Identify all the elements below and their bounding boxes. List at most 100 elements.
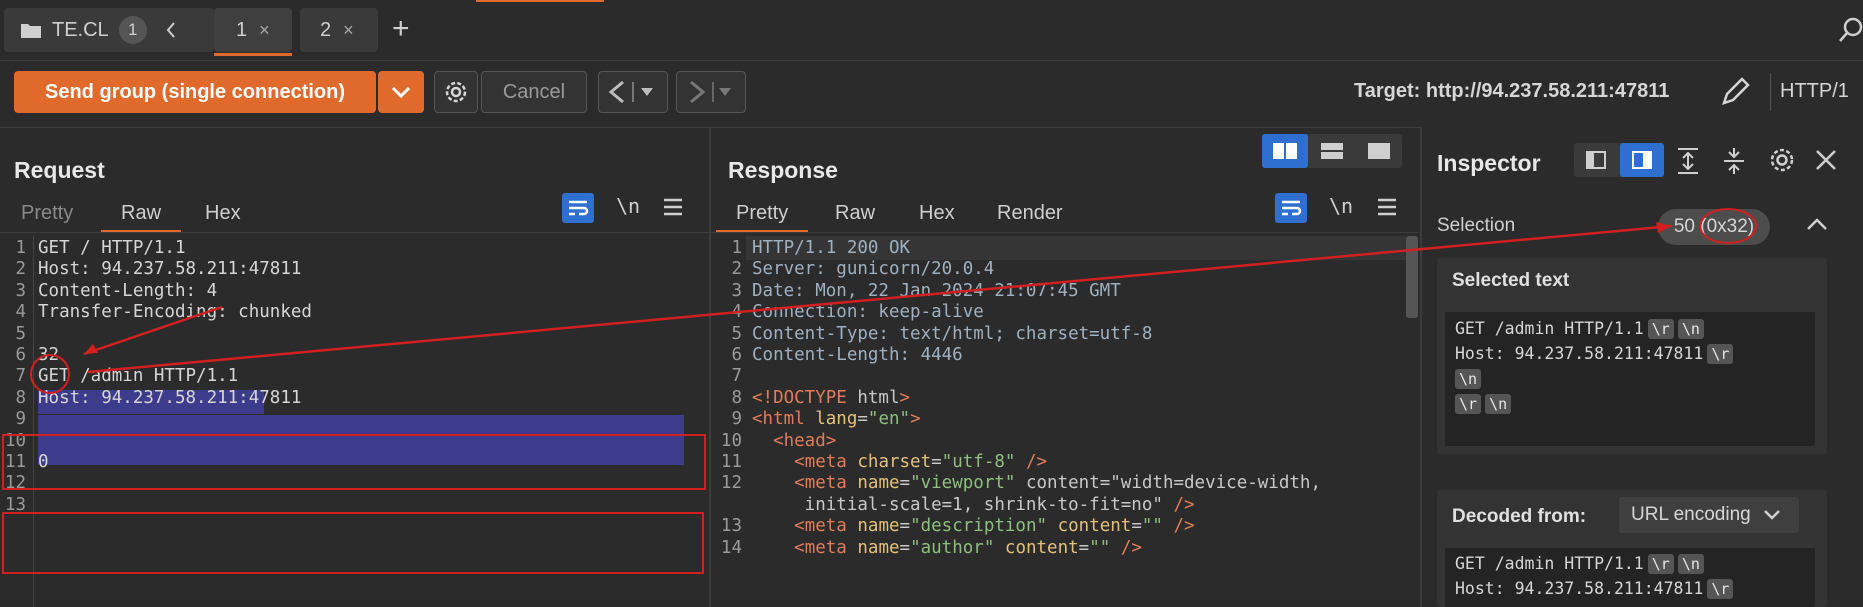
previous-request-button[interactable] xyxy=(598,71,668,113)
decoded-text-content[interactable]: GET /admin HTTP/1.1 \r \n Host: 94.237.58.… xyxy=(1445,548,1815,607)
selected-line-1: GET /admin HTTP/1.1 xyxy=(1455,319,1644,338)
request-title: Request xyxy=(14,157,105,183)
code-line[interactable]: Content-Length: 4446 xyxy=(752,343,963,368)
show-newlines-toggle[interactable]: \n xyxy=(616,194,640,218)
wrap-lines-toggle[interactable] xyxy=(1275,193,1307,223)
selection-label: Selection xyxy=(1437,215,1516,236)
tab-group-te-cl[interactable]: TE.CL 1 xyxy=(4,8,214,52)
close-icon[interactable]: × xyxy=(343,20,354,41)
decoding-select-value: URL encoding xyxy=(1631,504,1751,525)
tab-group-label: TE.CL xyxy=(52,18,109,41)
escape-lf: \n xyxy=(1485,394,1512,414)
response-tab-pretty[interactable]: Pretty xyxy=(715,202,809,233)
gear-icon xyxy=(445,81,467,103)
tab-1-active-underline xyxy=(214,53,292,56)
layout-switcher xyxy=(1262,134,1402,168)
decoding-select[interactable]: URL encoding xyxy=(1619,497,1799,533)
annotation-box-crlf xyxy=(2,434,706,490)
arrow-left-icon xyxy=(608,80,653,104)
close-icon[interactable] xyxy=(1814,148,1838,172)
decoded-from-label: Decoded from: xyxy=(1452,506,1587,527)
gear-icon[interactable] xyxy=(1766,144,1798,176)
pane-divider[interactable] xyxy=(709,127,711,607)
code-line[interactable]: Transfer-Encoding: chunked xyxy=(38,300,312,325)
response-header-divider xyxy=(711,232,1421,233)
http-version[interactable]: HTTP/1 xyxy=(1780,80,1849,103)
line-number: 14 xyxy=(720,537,742,558)
escape-cr: \r xyxy=(1647,554,1674,574)
wrap-icon xyxy=(569,200,589,216)
wrap-lines-toggle[interactable] xyxy=(562,193,594,223)
escape-cr: \r xyxy=(1647,319,1674,339)
response-tab-raw[interactable]: Raw xyxy=(835,202,875,225)
menu-icon[interactable] xyxy=(1376,196,1398,218)
tab-group-count: 1 xyxy=(118,16,147,44)
cancel-button[interactable]: Cancel xyxy=(481,71,587,113)
layout-stacked-button[interactable] xyxy=(1309,134,1355,168)
response-tab-hex[interactable]: Hex xyxy=(919,202,955,225)
tab-2[interactable]: 2 × xyxy=(300,8,378,52)
inspector-title: Inspector xyxy=(1437,150,1541,176)
decoded-line-2: Host: 94.237.58.211:47811 xyxy=(1455,579,1704,598)
rows-icon xyxy=(1321,143,1343,159)
active-tab-accent xyxy=(476,0,604,2)
request-header-divider xyxy=(0,232,710,233)
expand-all-icon[interactable] xyxy=(1674,146,1702,176)
escape-lf: \n xyxy=(1677,554,1704,574)
inspector-dock-right-button[interactable] xyxy=(1620,143,1664,177)
line-number: 12 xyxy=(720,473,742,494)
target-url[interactable]: Target: http://94.237.58.211:47811 xyxy=(1354,80,1669,103)
settings-button[interactable] xyxy=(434,71,478,113)
send-group-button[interactable]: Send group (single connection) xyxy=(14,71,376,113)
close-icon[interactable]: × xyxy=(259,20,270,41)
escape-cr: \r xyxy=(1455,394,1482,414)
tab-bar: TE.CL 1 1 × 2 × + xyxy=(0,0,1863,61)
show-newlines-toggle[interactable]: \n xyxy=(1329,194,1353,218)
response-scrollbar[interactable] xyxy=(1406,236,1418,318)
escape-cr: \r xyxy=(1707,579,1734,599)
escape-lf: \n xyxy=(1455,369,1482,389)
selected-text-title: Selected text xyxy=(1452,270,1570,291)
chevron-up-icon[interactable] xyxy=(1805,216,1829,232)
search-icon[interactable] xyxy=(1838,16,1863,44)
inspector-dock-left-button[interactable] xyxy=(1574,143,1618,177)
layout-tabs-button[interactable] xyxy=(1356,134,1402,168)
tab-2-label: 2 xyxy=(320,18,332,41)
escape-lf: \n xyxy=(1677,319,1704,339)
response-tab-render[interactable]: Render xyxy=(997,202,1063,225)
selected-line-2: Host: 94.237.58.211:47811 xyxy=(1455,344,1704,363)
columns-icon xyxy=(1273,143,1297,159)
send-options-dropdown[interactable] xyxy=(378,71,424,113)
dock-left-icon xyxy=(1586,151,1606,169)
tab-1[interactable]: 1 × xyxy=(214,8,292,56)
annotation-box-terminator xyxy=(2,512,704,574)
response-title: Response xyxy=(728,157,838,183)
tab-1-label: 1 xyxy=(236,18,248,41)
code-line[interactable]: Host: 94.237.58.211:47811 xyxy=(38,386,301,411)
request-tab-raw[interactable]: Raw xyxy=(100,202,182,233)
add-tab-button[interactable]: + xyxy=(392,12,410,46)
single-pane-icon xyxy=(1368,143,1390,159)
menu-icon[interactable] xyxy=(662,196,684,218)
inspector-layout-switcher xyxy=(1574,143,1664,177)
folder-icon xyxy=(21,24,41,38)
selected-text-content[interactable]: GET /admin HTTP/1.1 \r \n Host: 94.237.58.… xyxy=(1445,312,1815,446)
escape-cr: \r xyxy=(1707,344,1734,364)
chevron-left-icon[interactable] xyxy=(165,21,177,39)
decoded-line-1: GET /admin HTTP/1.1 xyxy=(1455,554,1644,573)
chevron-down-icon xyxy=(391,86,411,98)
toolbar: Send group (single connection) Cancel Ta… xyxy=(0,61,1863,128)
layout-side-by-side-button[interactable] xyxy=(1262,134,1308,168)
wrap-icon xyxy=(1282,200,1302,216)
collapse-all-icon[interactable] xyxy=(1720,146,1748,176)
request-tab-hex[interactable]: Hex xyxy=(205,202,241,225)
edit-target-icon[interactable] xyxy=(1718,75,1752,109)
code-line[interactable]: <meta name="author" content="" /> xyxy=(752,536,1142,561)
request-tab-pretty[interactable]: Pretty xyxy=(21,202,73,225)
toolbar-separator xyxy=(1770,73,1771,111)
annotation-circle-hex xyxy=(1699,208,1757,244)
dock-right-icon xyxy=(1632,151,1652,169)
chevron-down-icon xyxy=(1763,510,1780,520)
annotation-circle-chunk-size xyxy=(30,354,70,394)
next-request-button[interactable] xyxy=(676,71,746,113)
